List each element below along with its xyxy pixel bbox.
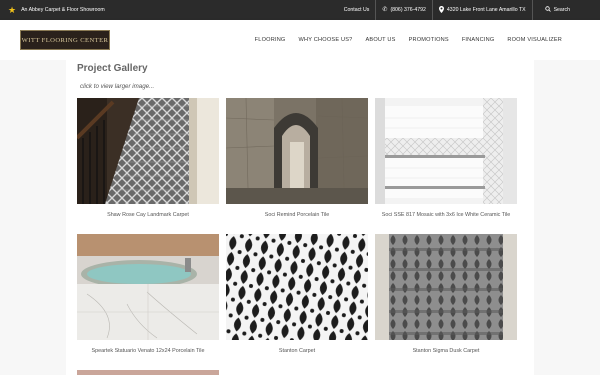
- contact-us-link[interactable]: Contact Us: [338, 0, 376, 20]
- contact-us-label: Contact Us: [343, 7, 370, 13]
- gallery-thumbnail[interactable]: [77, 98, 219, 204]
- search-label: Search: [553, 7, 570, 13]
- site-logo[interactable]: WITT FLOORING CENTER: [20, 30, 110, 50]
- gallery-thumbnail[interactable]: [226, 98, 368, 204]
- search-icon: [544, 6, 551, 14]
- nav-flooring[interactable]: FLOORING: [255, 37, 286, 43]
- main-nav: FLOORING WHY CHOOSE US? ABOUT US PROMOTI…: [255, 20, 562, 60]
- gallery-item[interactable]: Stanton Carpet: [226, 234, 368, 354]
- gallery-caption[interactable]: Soci Remind Porcelain Tile: [226, 212, 368, 218]
- top-bar-links: Contact Us ✆ (806) 376-4792 4320 Lake Fr…: [338, 0, 600, 20]
- map-pin-icon: [438, 5, 444, 15]
- gallery-item[interactable]: Soci Remind Porcelain Tile: [226, 98, 368, 218]
- nav-about-us[interactable]: ABOUT US: [365, 37, 395, 43]
- gallery-caption[interactable]: Stanton Sigma Dusk Carpet: [375, 348, 517, 354]
- gallery-caption[interactable]: Soci SSE 817 Mosaic with 3x6 Ice White C…: [375, 212, 517, 218]
- gallery-item[interactable]: Stanton Sigma Dusk Carpet: [375, 234, 517, 354]
- page-title: Project Gallery: [77, 63, 148, 74]
- gallery-item[interactable]: Shaw Rose Cay Landmark Carpet: [77, 98, 219, 218]
- site-header: WITT FLOORING CENTER FLOORING WHY CHOOSE…: [0, 20, 600, 60]
- gallery-caption[interactable]: Stanton Carpet: [226, 348, 368, 354]
- nav-promotions[interactable]: PROMOTIONS: [409, 37, 449, 43]
- gallery-thumbnail[interactable]: [226, 234, 368, 340]
- gallery-thumbnail[interactable]: [77, 234, 219, 340]
- gallery-hint: click to view larger image...: [80, 83, 155, 90]
- tagline: An Abbey Carpet & Floor Showroom: [21, 7, 105, 13]
- phone-link[interactable]: ✆ (806) 376-4792: [375, 0, 432, 20]
- gallery-thumbnail[interactable]: [375, 98, 517, 204]
- address-text: 4320 Lake Front Lane Amarillo TX: [446, 7, 526, 13]
- nav-why-choose-us[interactable]: WHY CHOOSE US?: [299, 37, 353, 43]
- gallery-thumbnail-partial[interactable]: [77, 370, 219, 375]
- gallery-item[interactable]: Soci SSE 817 Mosaic with 3x6 Ice White C…: [375, 98, 517, 218]
- nav-room-visualizer[interactable]: ROOM VISUALIZER: [507, 37, 562, 43]
- tagline-group: ★ An Abbey Carpet & Floor Showroom: [8, 0, 105, 20]
- gallery-item[interactable]: Speartek Statuario Venato 12x24 Porcelai…: [77, 234, 219, 354]
- nav-financing[interactable]: FINANCING: [462, 37, 495, 43]
- logo-text: WITT FLOORING CENTER: [21, 36, 109, 44]
- gallery-thumbnail[interactable]: [375, 234, 517, 340]
- star-icon: ★: [8, 4, 17, 15]
- phone-icon: ✆: [382, 7, 388, 13]
- phone-number: (806) 376-4792: [390, 7, 426, 13]
- gallery-caption[interactable]: Speartek Statuario Venato 12x24 Porcelai…: [77, 348, 219, 354]
- search-link[interactable]: Search: [531, 0, 600, 20]
- top-bar: ★ An Abbey Carpet & Floor Showroom Conta…: [0, 0, 600, 20]
- address-link[interactable]: 4320 Lake Front Lane Amarillo TX: [431, 0, 532, 20]
- gallery-caption[interactable]: Shaw Rose Cay Landmark Carpet: [77, 212, 219, 218]
